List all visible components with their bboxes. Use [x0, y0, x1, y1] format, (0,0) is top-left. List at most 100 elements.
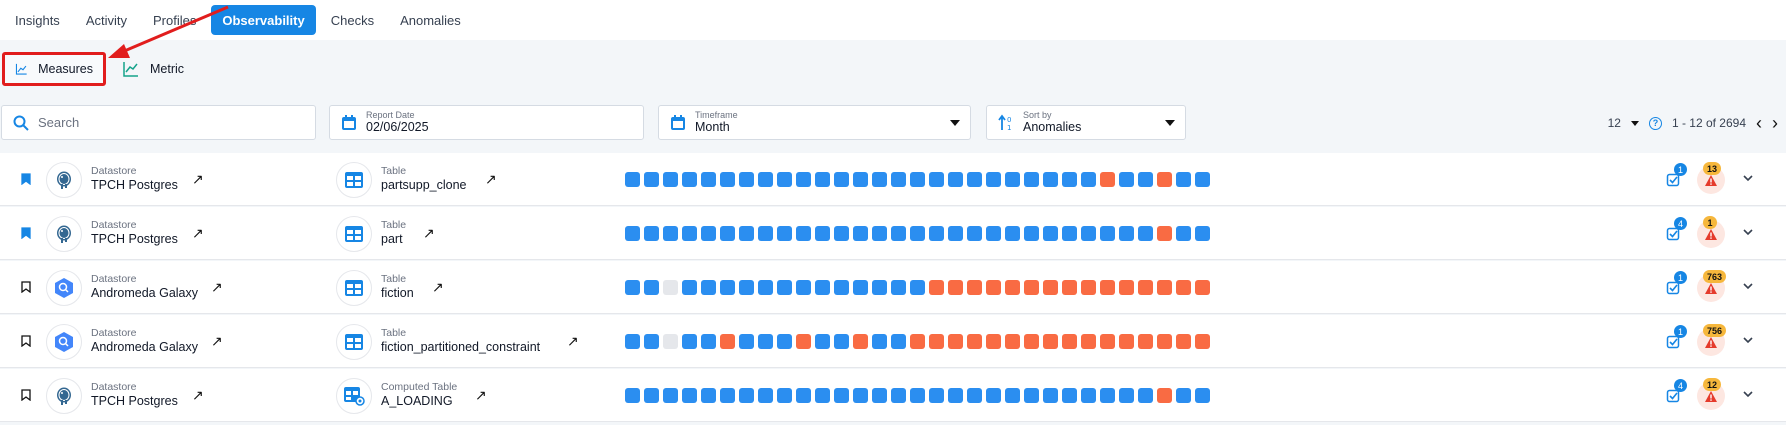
- ok-measure-square[interactable]: [929, 172, 944, 187]
- ok-measure-square[interactable]: [1081, 226, 1096, 241]
- table-row[interactable]: Datastore TPCH Postgres ↗ Table partsupp_clo…: [0, 153, 1786, 206]
- bookmark-icon[interactable]: [21, 389, 31, 401]
- ok-measure-square[interactable]: [834, 334, 849, 349]
- ok-measure-square[interactable]: [701, 334, 716, 349]
- next-page-button[interactable]: ›: [1772, 114, 1778, 132]
- ok-measure-square[interactable]: [758, 388, 773, 403]
- ok-measure-square[interactable]: [1195, 172, 1210, 187]
- search-input[interactable]: [38, 115, 305, 130]
- ok-measure-square[interactable]: [815, 280, 830, 295]
- ok-measure-square[interactable]: [1024, 388, 1039, 403]
- chevron-down-icon[interactable]: [1741, 333, 1755, 347]
- anomaly-measure-square[interactable]: [1195, 280, 1210, 295]
- tab-activity[interactable]: Activity: [75, 5, 138, 35]
- anomaly-measure-square[interactable]: [1100, 172, 1115, 187]
- ok-measure-square[interactable]: [872, 226, 887, 241]
- ok-measure-square[interactable]: [701, 172, 716, 187]
- ok-measure-square[interactable]: [1062, 172, 1077, 187]
- search-field[interactable]: [1, 105, 316, 140]
- anomaly-measure-square[interactable]: [948, 334, 963, 349]
- anomaly-measure-square[interactable]: [1062, 280, 1077, 295]
- table-row[interactable]: Datastore Andromeda Galaxy ↗ Table fiction ↗ 1…: [0, 261, 1786, 314]
- ok-measure-square[interactable]: [701, 226, 716, 241]
- ok-measure-square[interactable]: [739, 280, 754, 295]
- anomaly-measure-square[interactable]: [1157, 334, 1172, 349]
- ok-measure-square[interactable]: [1024, 226, 1039, 241]
- ok-measure-square[interactable]: [1005, 388, 1020, 403]
- anomaly-measure-square[interactable]: [1024, 334, 1039, 349]
- previous-page-button[interactable]: ‹: [1756, 114, 1762, 132]
- ok-measure-square[interactable]: [739, 388, 754, 403]
- anomaly-measure-square[interactable]: [1176, 280, 1191, 295]
- anomaly-measure-square[interactable]: [1157, 388, 1172, 403]
- ok-measure-square[interactable]: [1176, 172, 1191, 187]
- tab-insights[interactable]: Insights: [4, 5, 71, 35]
- ok-measure-square[interactable]: [625, 334, 640, 349]
- anomaly-measure-square[interactable]: [910, 334, 925, 349]
- metric-subtab[interactable]: Metric: [112, 52, 194, 86]
- table-row[interactable]: Datastore TPCH Postgres ↗ Table part ↗ 4 1: [0, 207, 1786, 260]
- ok-measure-square[interactable]: [872, 334, 887, 349]
- ok-measure-square[interactable]: [1062, 388, 1077, 403]
- ok-measure-square[interactable]: [1119, 172, 1134, 187]
- timeframe-select[interactable]: Timeframe Month: [658, 105, 971, 140]
- ok-measure-square[interactable]: [625, 226, 640, 241]
- ok-measure-square[interactable]: [891, 388, 906, 403]
- ok-measure-square[interactable]: [1081, 388, 1096, 403]
- ok-measure-square[interactable]: [777, 172, 792, 187]
- ok-measure-square[interactable]: [758, 280, 773, 295]
- sort-by-select[interactable]: 01 Sort by Anomalies: [986, 105, 1186, 140]
- anomaly-measure-square[interactable]: [1005, 334, 1020, 349]
- ok-measure-square[interactable]: [720, 280, 735, 295]
- chevron-down-icon[interactable]: [1741, 387, 1755, 401]
- ok-measure-square[interactable]: [910, 226, 925, 241]
- ok-measure-square[interactable]: [1043, 172, 1058, 187]
- ok-measure-square[interactable]: [834, 388, 849, 403]
- ok-measure-square[interactable]: [682, 172, 697, 187]
- ok-measure-square[interactable]: [720, 172, 735, 187]
- ok-measure-square[interactable]: [1024, 172, 1039, 187]
- page-size-dropdown-icon[interactable]: [1630, 120, 1639, 126]
- anomaly-measure-square[interactable]: [1119, 280, 1134, 295]
- open-datastore-icon[interactable]: ↗: [211, 279, 223, 296]
- anomaly-measure-square[interactable]: [986, 334, 1001, 349]
- ok-measure-square[interactable]: [891, 172, 906, 187]
- ok-measure-square[interactable]: [663, 388, 678, 403]
- anomaly-measure-square[interactable]: [967, 280, 982, 295]
- ok-measure-square[interactable]: [910, 280, 925, 295]
- ok-measure-square[interactable]: [815, 172, 830, 187]
- anomaly-measure-square[interactable]: [1157, 172, 1172, 187]
- tab-profiles[interactable]: Profiles: [142, 5, 207, 35]
- ok-measure-square[interactable]: [739, 172, 754, 187]
- empty-measure-square[interactable]: [663, 334, 678, 349]
- anomaly-measure-square[interactable]: [720, 334, 735, 349]
- ok-measure-square[interactable]: [1119, 388, 1134, 403]
- ok-measure-square[interactable]: [1081, 172, 1096, 187]
- anomaly-measure-square[interactable]: [929, 334, 944, 349]
- empty-measure-square[interactable]: [663, 280, 678, 295]
- ok-measure-square[interactable]: [1043, 226, 1058, 241]
- ok-measure-square[interactable]: [948, 172, 963, 187]
- ok-measure-square[interactable]: [720, 388, 735, 403]
- open-datastore-icon[interactable]: ↗: [192, 171, 204, 188]
- open-table-icon[interactable]: ↗: [423, 225, 435, 242]
- ok-measure-square[interactable]: [644, 172, 659, 187]
- ok-measure-square[interactable]: [777, 334, 792, 349]
- anomaly-measure-square[interactable]: [1043, 334, 1058, 349]
- ok-measure-square[interactable]: [663, 172, 678, 187]
- table-row[interactable]: Datastore Andromeda Galaxy ↗ Table fiction_p…: [0, 315, 1786, 368]
- anomaly-measure-square[interactable]: [1157, 226, 1172, 241]
- table-row[interactable]: Datastore TPCH Postgres ↗ Computed Table A_L…: [0, 369, 1786, 422]
- ok-measure-square[interactable]: [1195, 226, 1210, 241]
- ok-measure-square[interactable]: [1195, 388, 1210, 403]
- anomaly-measure-square[interactable]: [948, 280, 963, 295]
- ok-measure-square[interactable]: [739, 226, 754, 241]
- ok-measure-square[interactable]: [948, 226, 963, 241]
- measures-subtab[interactable]: Measures: [2, 52, 106, 86]
- anomaly-measure-square[interactable]: [1100, 334, 1115, 349]
- open-datastore-icon[interactable]: ↗: [211, 333, 223, 350]
- ok-measure-square[interactable]: [986, 172, 1001, 187]
- ok-measure-square[interactable]: [1062, 226, 1077, 241]
- anomaly-measure-square[interactable]: [1138, 334, 1153, 349]
- anomaly-measure-square[interactable]: [796, 334, 811, 349]
